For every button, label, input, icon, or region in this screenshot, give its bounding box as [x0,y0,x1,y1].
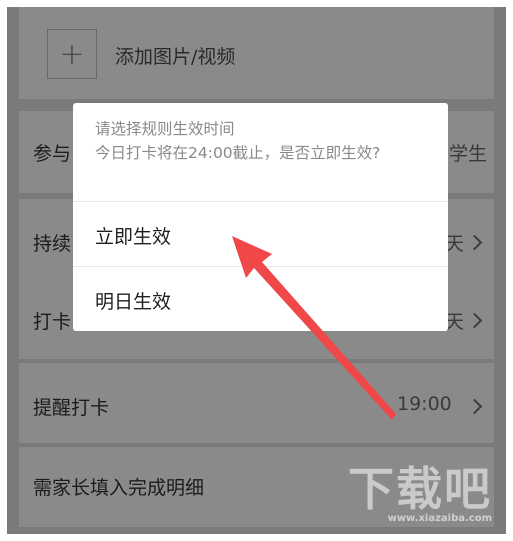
annotation-arrow [232,236,396,420]
